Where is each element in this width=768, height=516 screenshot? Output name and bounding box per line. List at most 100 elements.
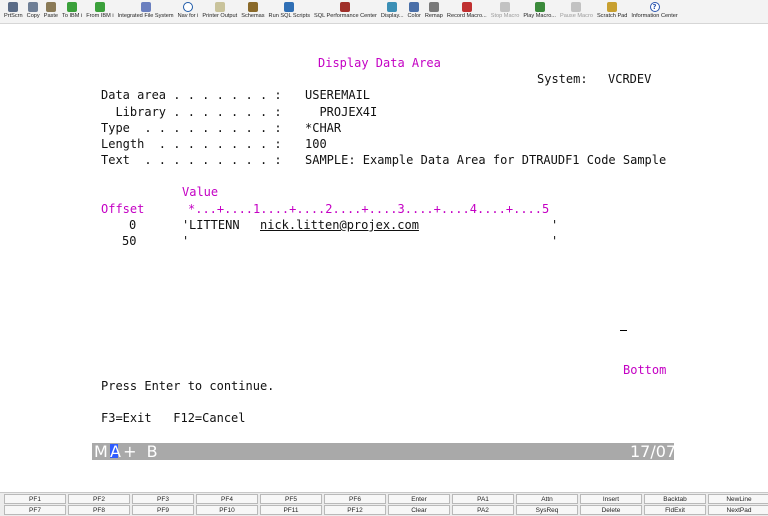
row-0-quote-close: ' [551, 218, 559, 232]
screen-title: Display Data Area [318, 56, 441, 70]
offset-column-header: Offset [101, 202, 145, 216]
toolbar-button-help[interactable]: ? Information Center [629, 0, 679, 20]
key-clear[interactable]: Clear [388, 505, 450, 515]
key-enter[interactable]: Enter [388, 494, 450, 504]
bottom-indicator: Bottom [623, 363, 667, 377]
key-insert[interactable]: Insert [580, 494, 642, 504]
field-value-library: PROJEX4I [305, 105, 378, 119]
key-pf8[interactable]: PF8 [68, 505, 130, 515]
toolbar-button-color[interactable]: Color [406, 0, 423, 20]
record-macro-icon [461, 2, 472, 12]
toolbar-button-label: To IBM i [62, 13, 83, 19]
display-icon [387, 2, 398, 12]
key-newline[interactable]: NewLine [708, 494, 768, 504]
key-pf6[interactable]: PF6 [324, 494, 386, 504]
toolbar-button-label: Stop Macro [490, 13, 520, 19]
paste-icon [45, 2, 56, 12]
toolbar-button-display[interactable]: Display... [379, 0, 406, 20]
system-value: VCRDEV [608, 72, 652, 86]
key-fldexit[interactable]: FldExit [644, 505, 706, 515]
key-pa2[interactable]: PA2 [452, 505, 514, 515]
row-1-quote-open: ' [182, 234, 190, 248]
copy-icon [28, 2, 39, 12]
field-label-library: Library . . . . . . . : [101, 105, 282, 119]
system-label: System: [537, 72, 588, 86]
toolbar-button-stop-macro[interactable]: Stop Macro [489, 0, 522, 20]
toolbar-button-navigator[interactable]: Nav for i [176, 0, 201, 20]
scratch-pad-icon [607, 2, 618, 12]
toolbar-button-printer-output[interactable]: Printer Output [200, 0, 239, 20]
toolbar-button-file-system[interactable]: Integrated File System [116, 0, 176, 20]
field-value-length: 100 [305, 137, 327, 151]
key-pf2[interactable]: PF2 [68, 494, 130, 504]
toolbar-button-play-macro[interactable]: Play Macro... [521, 0, 558, 20]
status-indicators: + B [118, 442, 158, 461]
stop-macro-icon [500, 2, 511, 12]
toolbar-button-scratch-pad[interactable]: Scratch Pad [595, 0, 629, 20]
toolbar-button-print-screen[interactable]: PrtScrn [2, 0, 25, 20]
field-label-data-area: Data area . . . . . . . : [101, 88, 282, 102]
text-cursor [620, 330, 627, 331]
key-nextpad[interactable]: NextPad [708, 505, 768, 515]
play-macro-icon [534, 2, 545, 12]
key-pf7[interactable]: PF7 [4, 505, 66, 515]
terminal-screen[interactable]: Display Data Area System: VCRDEV Data ar… [0, 25, 768, 488]
help-icon: ? [649, 2, 660, 12]
key-pf10[interactable]: PF10 [196, 505, 258, 515]
row-offset-0: 0 [129, 218, 137, 232]
printer-output-icon [214, 2, 225, 12]
navigator-icon [182, 2, 193, 12]
key-attn[interactable]: Attn [516, 494, 578, 504]
toolbar-button-paste[interactable]: Paste [42, 0, 60, 20]
key-delete[interactable]: Delete [580, 505, 642, 515]
toolbar-button-label: Copy [26, 13, 40, 19]
status-bar: M A + B 17/073 [92, 442, 686, 461]
schemas-icon [247, 2, 258, 12]
field-value-data-area: USEREMAIL [305, 88, 371, 102]
toolbar-button-download-arrow[interactable]: From IBM i [84, 0, 115, 20]
toolbar-button-sql-scripts[interactable]: Run SQL Scripts [267, 0, 312, 20]
key-pf12[interactable]: PF12 [324, 505, 386, 515]
cursor-position: 17/073 [630, 442, 687, 461]
toolbar-button-label: Nav for i [177, 13, 199, 19]
toolbar-button-label: Display... [380, 13, 404, 19]
toolbar-button-label: Information Center [631, 13, 678, 19]
key-backtab[interactable]: Backtab [644, 494, 706, 504]
press-enter-message: Press Enter to continue. [101, 379, 275, 393]
key-sysreq[interactable]: SysReq [516, 505, 578, 515]
toolbar-button-label: Printer Output [202, 13, 238, 19]
toolbar-button-record-macro[interactable]: Record Macro... [445, 0, 489, 20]
key-pa1[interactable]: PA1 [452, 494, 514, 504]
status-mode: M [94, 442, 108, 461]
remap-icon [428, 2, 439, 12]
toolbar-button-label: Integrated File System [117, 13, 174, 19]
toolbar: PrtScrn Copy Paste To IBM i From IBM i Integr… [0, 0, 768, 24]
row-offset-50: 50 [122, 234, 137, 248]
toolbar-button-label: Pause Macro [559, 13, 593, 19]
field-label-type: Type . . . . . . . . . : [101, 121, 282, 135]
key-pf3[interactable]: PF3 [132, 494, 194, 504]
key-pf5[interactable]: PF5 [260, 494, 322, 504]
toolbar-button-upload-arrow[interactable]: To IBM i [60, 0, 84, 20]
toolbar-button-label: Remap [424, 13, 443, 19]
upload-arrow-icon [67, 2, 78, 12]
download-arrow-icon [94, 2, 105, 12]
toolbar-button-label: Scratch Pad [596, 13, 628, 19]
toolbar-button-schemas[interactable]: Schemas [239, 0, 266, 20]
key-pf1[interactable]: PF1 [4, 494, 66, 504]
field-label-text: Text . . . . . . . . . : [101, 153, 282, 167]
field-value-type: *CHAR [305, 121, 342, 135]
toolbar-button-remap[interactable]: Remap [423, 0, 445, 20]
row-0-data-email: nick.litten@projex.com [260, 218, 419, 232]
toolbar-button-pause-macro[interactable]: Pause Macro [558, 0, 595, 20]
color-icon [409, 2, 420, 12]
sql-scripts-icon [284, 2, 295, 12]
toolbar-button-label: Paste [43, 13, 59, 19]
key-pf9[interactable]: PF9 [132, 505, 194, 515]
key-pf11[interactable]: PF11 [260, 505, 322, 515]
sql-performance-icon [340, 2, 351, 12]
toolbar-button-sql-performance[interactable]: SQL Performance Center [312, 0, 379, 20]
toolbar-button-copy[interactable]: Copy [25, 0, 42, 20]
toolbar-button-label: Play Macro... [523, 13, 556, 19]
key-pf4[interactable]: PF4 [196, 494, 258, 504]
